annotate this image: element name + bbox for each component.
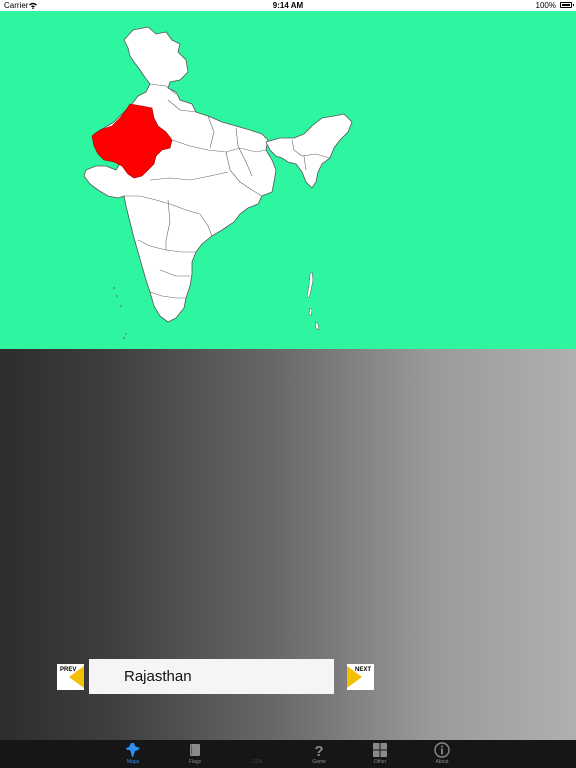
lakshadweep-islands [113, 287, 115, 289]
map-panel [0, 11, 576, 349]
battery-icon [560, 2, 574, 8]
gda-icon [249, 742, 265, 758]
tab-game[interactable]: ? Game [294, 740, 344, 768]
grid-icon [373, 743, 387, 757]
tab-bar: Maps Flags GDA ? Game Other About [0, 740, 576, 768]
india-mainland [83, 26, 277, 323]
flag-book-icon [190, 744, 200, 756]
next-button[interactable]: NEXT [347, 664, 374, 690]
status-bar: Carrier 9:14 AM 100% [0, 0, 576, 11]
svg-text:?: ? [314, 743, 323, 758]
tab-other[interactable]: Other [355, 740, 405, 768]
tab-about[interactable]: About [417, 740, 467, 768]
clock: 9:14 AM [272, 1, 304, 10]
india-northeast [265, 113, 353, 189]
tab-flags[interactable]: Flags [170, 740, 220, 768]
state-name-label: Rajasthan [89, 659, 334, 694]
tab-gda[interactable]: GDA [232, 740, 282, 768]
tab-maps[interactable]: Maps [108, 740, 158, 768]
india-map-icon [126, 743, 140, 757]
info-icon [434, 742, 450, 758]
prev-label: PREV [60, 667, 77, 673]
prev-button[interactable]: PREV [57, 664, 84, 690]
next-label: NEXT [355, 667, 372, 673]
question-mark-icon: ? [314, 743, 323, 758]
andaman-islands [306, 271, 314, 299]
battery-percent: 100% [535, 1, 556, 10]
india-map[interactable] [0, 11, 576, 349]
